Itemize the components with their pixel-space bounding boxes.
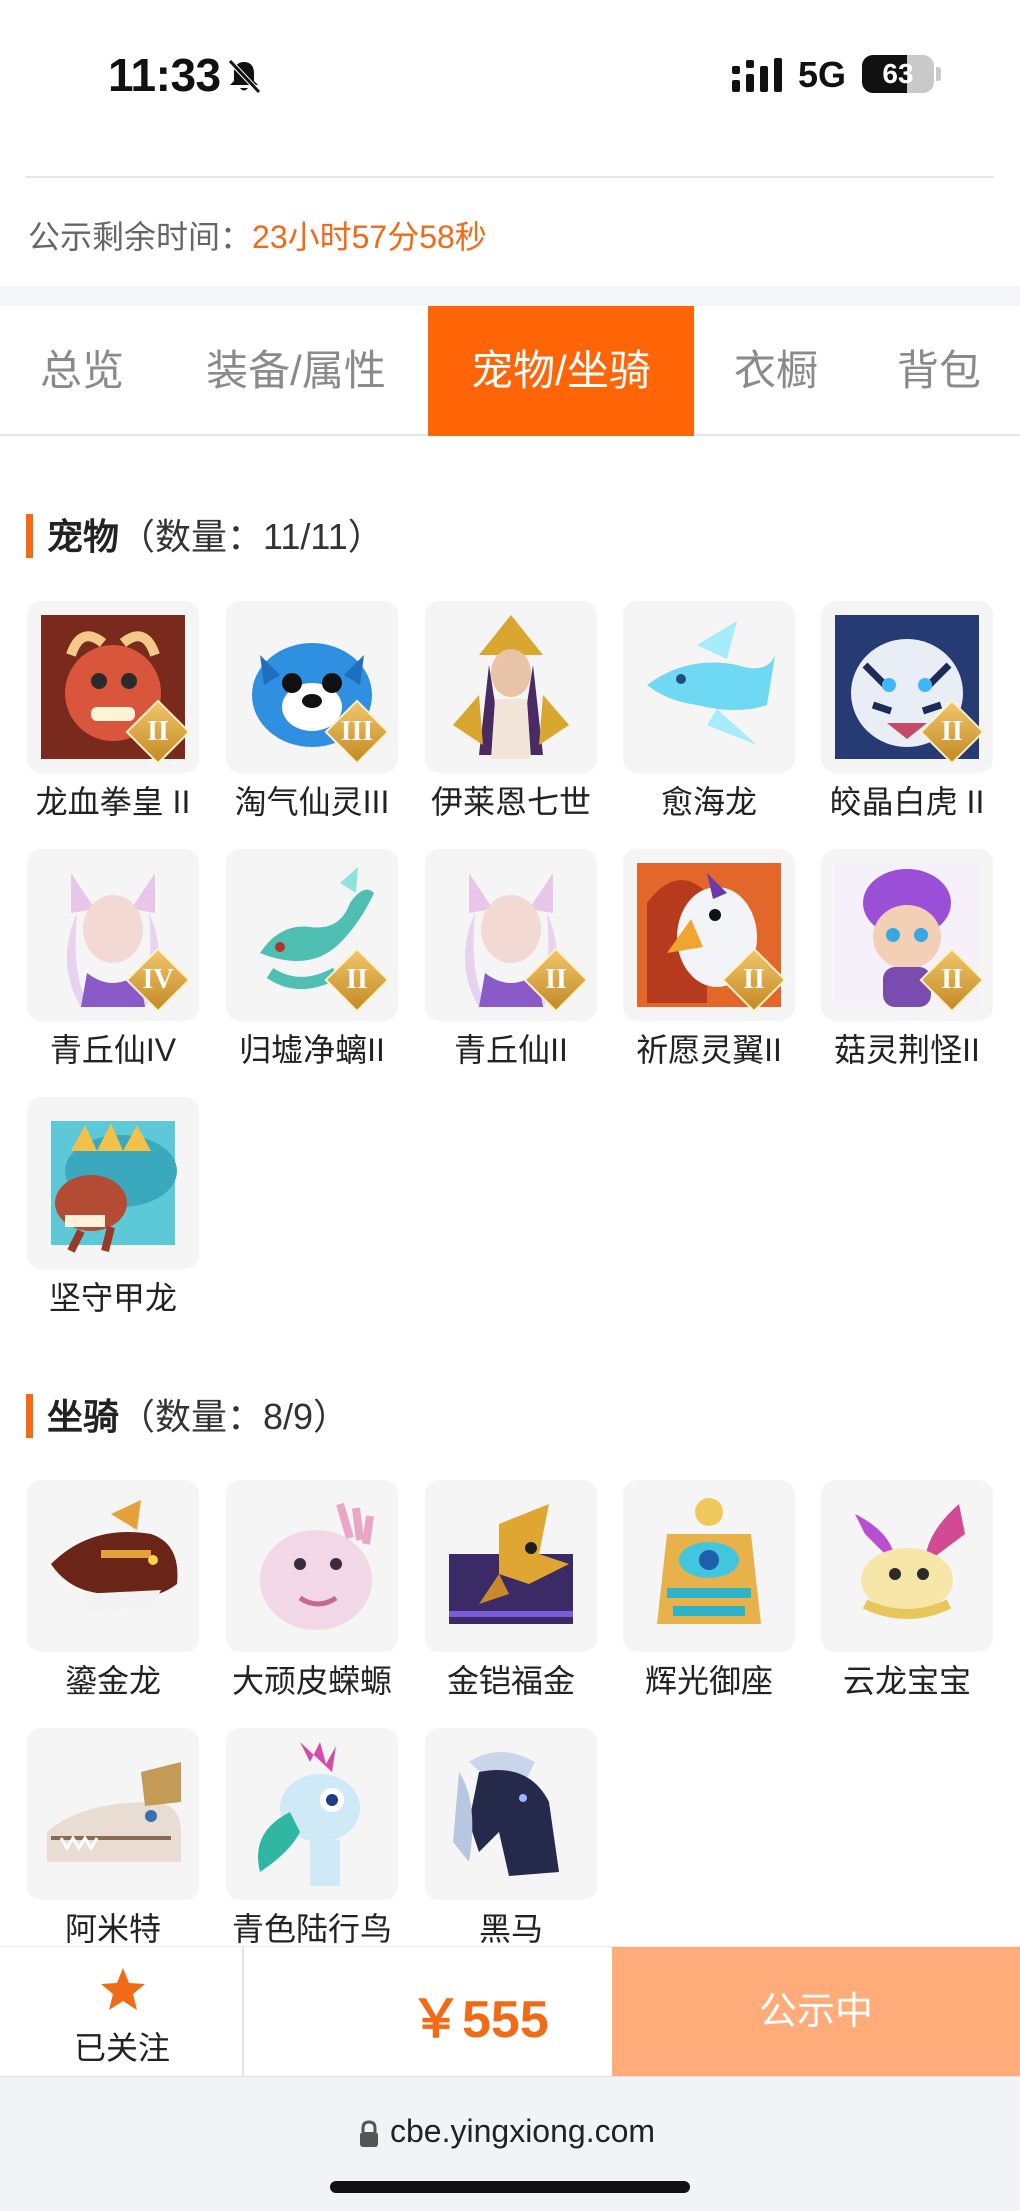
section-gap bbox=[0, 286, 1020, 308]
price-value: ￥555 bbox=[410, 1991, 549, 2049]
publicity-status-button[interactable]: 公示中 bbox=[612, 1947, 1020, 2077]
black-horse-mount-icon bbox=[425, 1728, 597, 1900]
home-indicator bbox=[330, 2181, 690, 2193]
tab-wardrobe[interactable]: 衣橱 bbox=[694, 306, 858, 436]
pet-name: 坚守甲龙 bbox=[48, 1280, 177, 1316]
tier-badge: II bbox=[346, 964, 368, 995]
mount-name: 阿米特 bbox=[64, 1911, 161, 1947]
tier-badge: II bbox=[941, 716, 963, 747]
follow-label: 已关注 bbox=[73, 2030, 170, 2066]
tier-badge: II bbox=[743, 964, 765, 995]
cloud-dragon-mount-icon bbox=[821, 1480, 993, 1652]
pet-name: 归墟净螭II bbox=[239, 1032, 385, 1068]
gold-armor-mount-icon bbox=[425, 1480, 597, 1652]
mounts-count: （数量：8/9） bbox=[119, 1396, 350, 1437]
follow-button[interactable]: 已关注 bbox=[0, 1947, 244, 2077]
star-icon bbox=[101, 1968, 145, 2010]
divider bbox=[26, 176, 994, 178]
battery-tip bbox=[936, 67, 941, 81]
fox-fairy-pet-icon: IV bbox=[27, 849, 199, 1021]
countdown-timer: 23小时57分58秒 bbox=[252, 219, 487, 255]
mount-name: 鎏金龙 bbox=[64, 1663, 161, 1699]
notice-remaining-time: 公示剩余时间：23小时57分58秒 bbox=[28, 212, 487, 258]
armored-dragon-pet-icon bbox=[27, 1097, 199, 1269]
purple-elf-pet-icon: II bbox=[821, 849, 993, 1021]
url-text: cbe.yingxiong.com bbox=[390, 2113, 656, 2149]
tab-pets-mounts[interactable]: 宠物/坐骑 bbox=[428, 306, 694, 436]
mounts-title: 坐骑 bbox=[47, 1396, 120, 1437]
gilded-dragon-mount-icon bbox=[27, 1480, 199, 1652]
tier-badge: II bbox=[941, 964, 963, 995]
pet-name: 伊莱恩七世 bbox=[430, 784, 591, 820]
pet-name: 皎晶白虎 II bbox=[829, 784, 985, 820]
ice-dragon-pet-icon bbox=[623, 601, 795, 773]
battery-icon: 63 bbox=[862, 55, 934, 93]
pet-name: 淘气仙灵III bbox=[234, 784, 390, 820]
pet-name: 愈海龙 bbox=[660, 784, 757, 820]
browser-url-bar[interactable]: cbe.yingxiong.com bbox=[0, 2076, 1020, 2211]
bottom-action-bar: 已关注 ￥555 公示中 bbox=[0, 1946, 1020, 2077]
white-tiger-pet-icon: II bbox=[821, 601, 993, 773]
notice-label: 公示剩余时间： bbox=[28, 219, 253, 255]
mount-name: 云龙宝宝 bbox=[842, 1663, 971, 1699]
cyan-bird-mount-icon bbox=[226, 1728, 398, 1900]
tier-badge: IV bbox=[142, 964, 174, 995]
pet-name: 青丘仙IV bbox=[49, 1032, 177, 1068]
mounts-section-title: 坐骑（数量：8/9） bbox=[26, 1388, 349, 1440]
tier-badge: II bbox=[147, 716, 169, 747]
mount-name: 辉光御座 bbox=[644, 1663, 773, 1699]
radiant-throne-mount-icon bbox=[623, 1480, 795, 1652]
pet-name: 龙血拳皇 II bbox=[35, 784, 191, 820]
pet-name: 菇灵荆怪II bbox=[834, 1032, 980, 1068]
status-bar: 11:33 5G 63 bbox=[0, 0, 1020, 150]
axolotl-mount-icon bbox=[226, 1480, 398, 1652]
pets-section-title: 宠物（数量：11/11） bbox=[26, 508, 384, 560]
tab-bar: 总览 装备/属性 宠物/坐骑 衣橱 背包 bbox=[0, 306, 1020, 436]
cyan-dragon-pet-icon: II bbox=[226, 849, 398, 1021]
pets-count: （数量：11/11） bbox=[119, 516, 384, 557]
tab-overview[interactable]: 总览 bbox=[0, 306, 164, 436]
tab-equipment[interactable]: 装备/属性 bbox=[164, 306, 428, 436]
fire-eagle-pet-icon: II bbox=[623, 849, 795, 1021]
blue-puppy-pet-icon: III bbox=[226, 601, 398, 773]
pet-name: 祈愿灵翼II bbox=[636, 1032, 782, 1068]
mount-name: 金铠福金 bbox=[446, 1663, 575, 1699]
signal-icon bbox=[732, 58, 782, 92]
pet-name: 青丘仙II bbox=[454, 1032, 568, 1068]
fox-fairy-pet-icon: II bbox=[425, 849, 597, 1021]
network-label: 5G bbox=[798, 54, 847, 95]
lock-icon bbox=[360, 2120, 378, 2147]
red-dragon-pet-icon: II bbox=[27, 601, 199, 773]
battery-percent: 63 bbox=[882, 58, 914, 89]
mount-name: 黑马 bbox=[478, 1911, 543, 1947]
pets-title: 宠物 bbox=[47, 516, 120, 557]
crocodile-mount-icon bbox=[27, 1728, 199, 1900]
mount-name: 大顽皮蝾螈 bbox=[231, 1663, 392, 1699]
golden-queen-pet-icon bbox=[425, 601, 597, 773]
mount-name: 青色陆行鸟 bbox=[231, 1911, 392, 1947]
status-time: 11:33 bbox=[108, 49, 221, 101]
tier-badge: III bbox=[340, 716, 374, 747]
tier-badge: II bbox=[545, 964, 567, 995]
bell-muted-icon bbox=[228, 59, 261, 94]
tab-bag[interactable]: 背包 bbox=[858, 306, 1020, 436]
